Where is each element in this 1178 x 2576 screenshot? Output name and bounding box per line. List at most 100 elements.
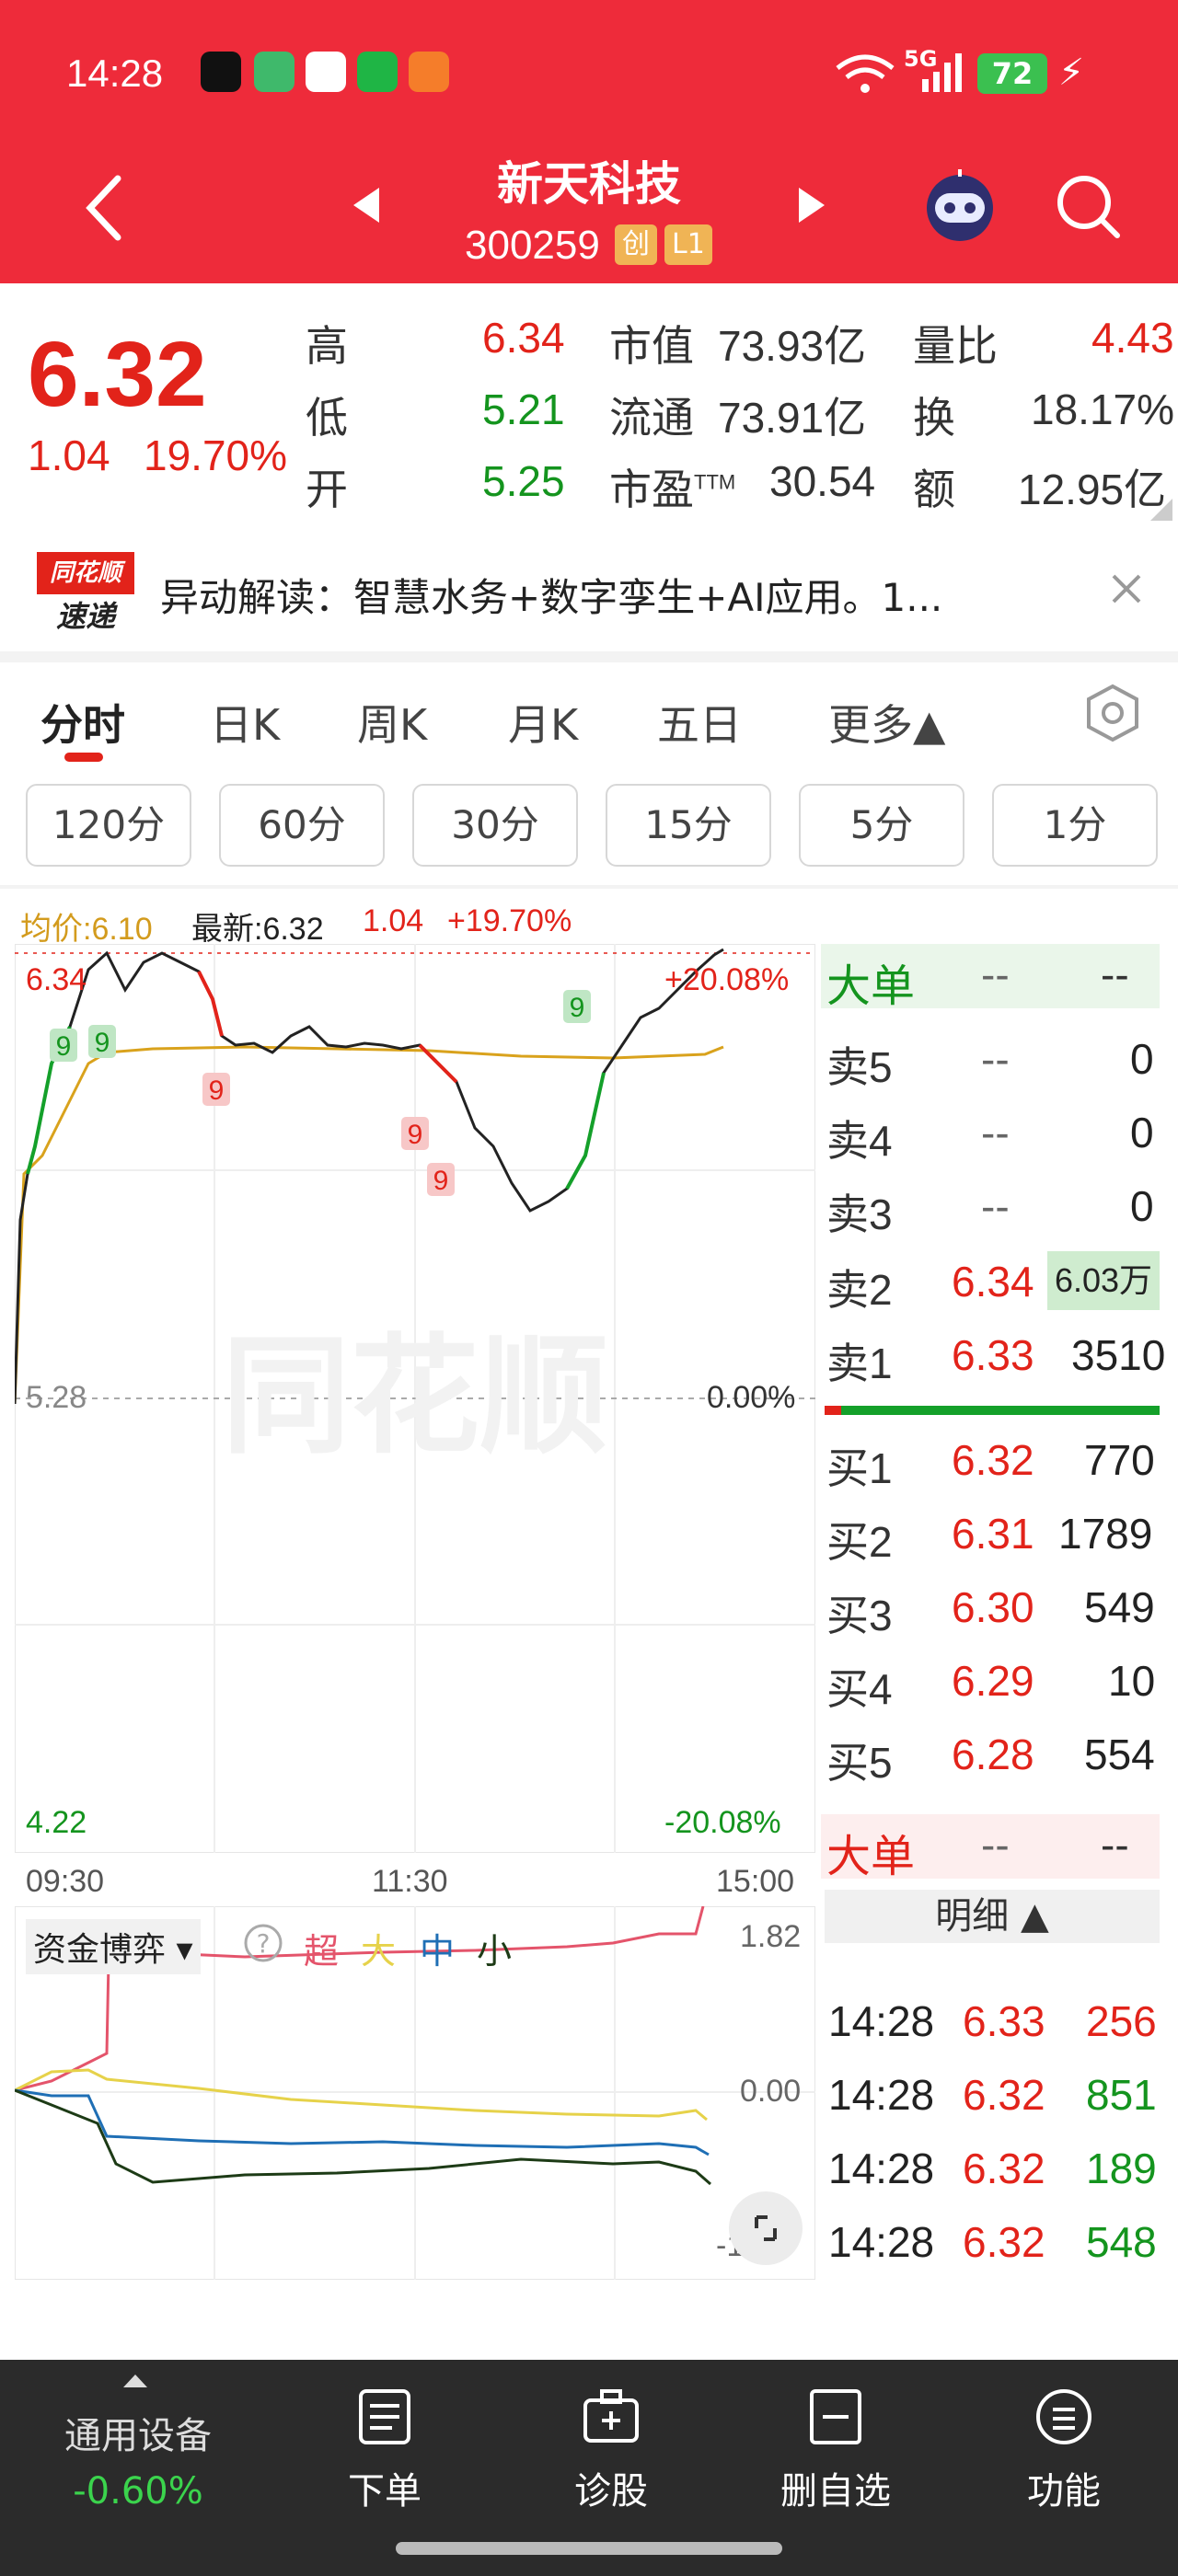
low-value: 5.21 bbox=[482, 385, 565, 433]
buy-level-price: 6.28 bbox=[952, 1731, 1034, 1778]
tab-intraday[interactable]: 分时 bbox=[40, 692, 125, 753]
intraday-chart[interactable]: 同花顺 9 9 9 9 9 9 bbox=[15, 944, 815, 1853]
tick-price: 6.32 bbox=[963, 2145, 1045, 2192]
fullscreen-button[interactable] bbox=[729, 2191, 803, 2265]
marker-9: 9 bbox=[209, 1075, 225, 1106]
status-time: 14:28 bbox=[66, 52, 164, 95]
sell-ratio-fill bbox=[841, 1406, 1160, 1415]
wifi-icon bbox=[836, 54, 895, 93]
turnover-value: 18.17% bbox=[1031, 385, 1175, 433]
marker-9: 9 bbox=[408, 1120, 423, 1150]
price-change: 1.04 bbox=[28, 431, 110, 479]
remove-watchlist-icon[interactable] bbox=[806, 2387, 865, 2446]
sector-name[interactable]: 通用设备 bbox=[37, 2406, 239, 2459]
news-bar[interactable]: 同花顺 速递 异动解读：智慧水务+数字孪生+AI应用。1... bbox=[0, 515, 1178, 653]
tick-time: 14:28 bbox=[828, 2145, 935, 2192]
tab-indicator bbox=[64, 753, 103, 762]
settings-hexagon-icon[interactable] bbox=[1084, 683, 1141, 743]
sell-level-price: 6.34 bbox=[952, 1258, 1034, 1305]
search-icon[interactable] bbox=[1053, 171, 1123, 241]
current-price: 6.32 bbox=[28, 323, 207, 426]
vr-value: 4.43 bbox=[1091, 314, 1174, 362]
y-axis-mid-pct: 0.00% bbox=[707, 1380, 796, 1415]
sell-level-price: -- bbox=[981, 1109, 1010, 1156]
y-axis-bottom: 4.22 bbox=[26, 1805, 87, 1840]
battery-level: 72 bbox=[977, 53, 1047, 94]
mcap-value: 73.93亿 bbox=[718, 322, 867, 370]
tab-more[interactable]: 更多▲ bbox=[828, 692, 945, 753]
detail-toggle[interactable]: 明细 ▲ bbox=[825, 1890, 1160, 1943]
divider bbox=[0, 885, 1178, 889]
marker-9: 9 bbox=[433, 1166, 449, 1196]
tab-five-day[interactable]: 五日 bbox=[657, 692, 742, 753]
tick-time: 14:28 bbox=[828, 2071, 935, 2119]
legend-super: 超 bbox=[304, 1933, 340, 1972]
tab-weekly-k[interactable]: 周K bbox=[357, 692, 427, 753]
buy-level-vol: 549 bbox=[1084, 1583, 1155, 1631]
sell-level-label: 卖4 bbox=[826, 1117, 893, 1165]
float-label: 流通 bbox=[609, 394, 694, 442]
buy-level-price: 6.31 bbox=[952, 1510, 1034, 1558]
y-axis-mid: 5.28 bbox=[26, 1380, 87, 1415]
interval-120[interactable]: 120分 bbox=[26, 784, 191, 867]
sell-level-price: -- bbox=[981, 1182, 1010, 1230]
tick-time: 14:28 bbox=[828, 1997, 935, 2045]
signal-icon bbox=[922, 53, 962, 92]
fund-title-dropdown[interactable]: 资金博弈 ▾ bbox=[26, 1919, 201, 1974]
pe-label: 市盈TTM bbox=[609, 466, 736, 513]
bottom-nav: 通用设备 -0.60% 下单 诊股 删自选 功能 bbox=[0, 2360, 1178, 2576]
app-icon-green bbox=[254, 52, 294, 92]
buy-sell-ratio-bar bbox=[825, 1406, 1160, 1415]
buy-level-vol: 770 bbox=[1084, 1436, 1155, 1484]
help-icon[interactable]: ? bbox=[243, 1923, 283, 1963]
avg-price-label: 均价:6.10 bbox=[20, 912, 153, 947]
divider bbox=[0, 651, 1178, 662]
chevron-up-icon[interactable] bbox=[121, 2371, 149, 2389]
tick-vol: 548 bbox=[1086, 2218, 1157, 2266]
high-value: 6.34 bbox=[482, 314, 565, 362]
nav-functions[interactable]: 功能 bbox=[981, 2461, 1147, 2514]
menu-icon[interactable] bbox=[1034, 2387, 1093, 2446]
tab-monthly-k[interactable]: 月K bbox=[508, 692, 578, 753]
big-order-label: 大单 bbox=[826, 1833, 916, 1881]
sell-level-label: 卖2 bbox=[826, 1266, 893, 1314]
x-axis-start: 09:30 bbox=[26, 1864, 105, 1899]
nav-diagnose[interactable]: 诊股 bbox=[528, 2461, 694, 2514]
tick-price: 6.33 bbox=[963, 1997, 1045, 2045]
marker-9: 9 bbox=[95, 1028, 110, 1058]
buy-level-vol: 10 bbox=[1108, 1657, 1156, 1705]
buy-level-price: 6.29 bbox=[952, 1657, 1034, 1705]
interval-5[interactable]: 5分 bbox=[799, 784, 964, 867]
price-change-pct: 19.70% bbox=[144, 431, 288, 479]
sell-level-vol: 0 bbox=[1130, 1182, 1154, 1230]
chart-change-pct: +19.70% bbox=[447, 903, 572, 938]
nav-order[interactable]: 下单 bbox=[302, 2461, 468, 2514]
buy-level-vol: 1789 bbox=[1058, 1510, 1153, 1558]
interval-15[interactable]: 15分 bbox=[606, 784, 771, 867]
interval-30[interactable]: 30分 bbox=[412, 784, 578, 867]
sell-level-vol: 0 bbox=[1130, 1109, 1154, 1156]
sell-level-vol: 6.03万 bbox=[1047, 1251, 1160, 1310]
tab-daily-k[interactable]: 日K bbox=[210, 692, 280, 753]
interval-1[interactable]: 1分 bbox=[992, 784, 1158, 867]
fund-axis-zero: 0.00 bbox=[740, 2074, 802, 2109]
order-icon[interactable] bbox=[355, 2387, 414, 2446]
close-icon[interactable] bbox=[1110, 572, 1143, 605]
robot-assistant-icon[interactable] bbox=[920, 166, 999, 245]
marker-9: 9 bbox=[570, 993, 585, 1023]
app-icon-mobile bbox=[306, 52, 346, 92]
home-indicator bbox=[396, 2542, 782, 2555]
y-axis-bottom-pct: -20.08% bbox=[664, 1805, 781, 1840]
tiktok-icon bbox=[201, 52, 241, 92]
badge-chuang: 创 bbox=[615, 224, 657, 265]
interval-60[interactable]: 60分 bbox=[219, 784, 385, 867]
nav-remove-watchlist[interactable]: 删自选 bbox=[753, 2461, 918, 2514]
pe-value: 30.54 bbox=[769, 457, 876, 505]
tick-vol: 256 bbox=[1086, 1997, 1157, 2045]
open-value: 5.25 bbox=[482, 457, 565, 505]
big-order-dash: -- bbox=[981, 950, 1010, 998]
legend-mid: 中 bbox=[420, 1933, 456, 1972]
diagnose-icon[interactable] bbox=[582, 2387, 641, 2446]
big-order-label: 大单 bbox=[826, 962, 916, 1011]
next-stock-icon[interactable] bbox=[795, 184, 828, 226]
